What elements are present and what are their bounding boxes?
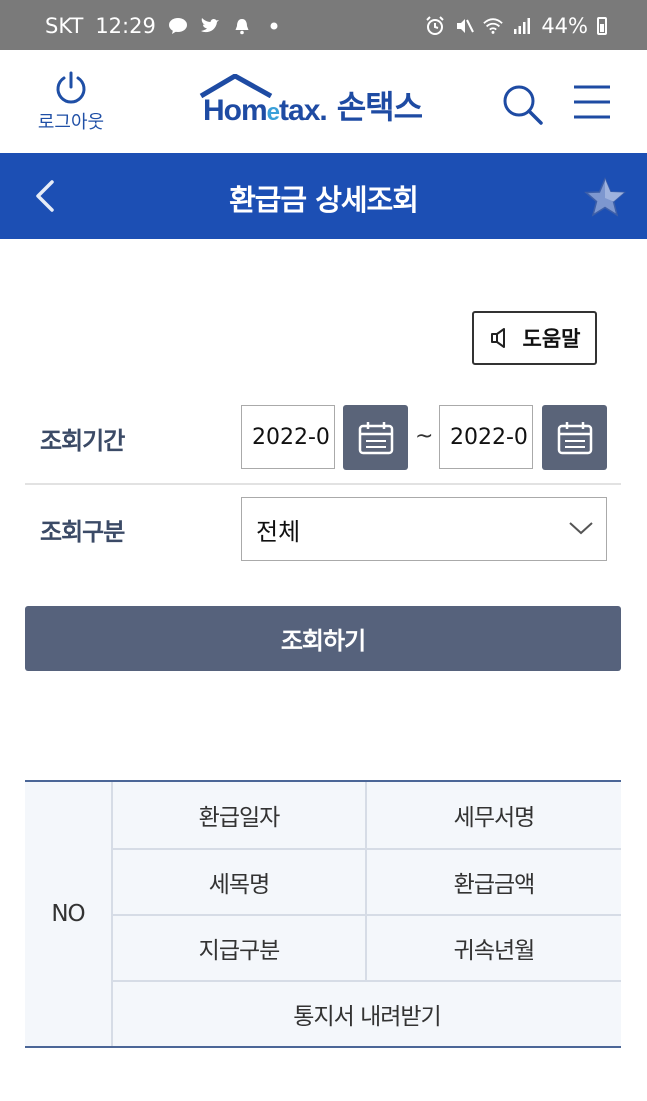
logout-button[interactable]: 로그아웃 <box>28 70 114 134</box>
column-refund-date: 환급일자 <box>198 805 281 831</box>
logout-label: 로그아웃 <box>37 112 105 133</box>
chevron-down-icon <box>569 522 593 535</box>
page-title: 환급금 상세조회 <box>229 183 419 217</box>
column-payment-type: 지급구분 <box>198 938 281 964</box>
favorite-star-icon[interactable] <box>583 176 627 220</box>
type-label: 조회구분 <box>40 518 125 546</box>
hometax-logo[interactable]: Hometax. 손택스 <box>199 74 423 128</box>
column-attribution-month: 귀속년월 <box>453 938 536 964</box>
signal-icon <box>512 16 532 36</box>
end-date-calendar-button[interactable] <box>542 405 607 470</box>
column-refund-amount: 환급금액 <box>453 872 536 898</box>
battery-icon <box>597 17 607 35</box>
menu-icon[interactable] <box>572 84 612 120</box>
column-tax-office: 세무서명 <box>453 805 536 831</box>
logo-korean: 손택스 <box>336 88 423 126</box>
column-no: NO <box>51 901 85 927</box>
dot-icon <box>264 16 284 36</box>
start-date-input[interactable]: 2022-0 <box>241 405 335 469</box>
roof-icon <box>199 74 273 98</box>
column-tax-item: 세목명 <box>208 872 270 898</box>
calendar-icon <box>358 421 393 454</box>
alarm-icon <box>425 16 445 36</box>
calendar-icon <box>557 421 592 454</box>
period-label: 조회기간 <box>40 427 125 455</box>
speaker-icon <box>490 328 505 348</box>
battery-percent: 44% <box>541 14 588 38</box>
type-select[interactable]: 전체 <box>241 497 607 561</box>
range-separator: ~ <box>415 424 434 449</box>
mute-icon <box>454 16 475 36</box>
bell-icon <box>232 16 252 36</box>
power-icon <box>56 71 86 104</box>
talk-icon <box>168 16 188 36</box>
search-button[interactable]: 조회하기 <box>25 606 621 671</box>
app-header: 로그아웃 Hometax. 손택스 <box>0 50 647 153</box>
twitter-icon <box>200 16 220 36</box>
start-date-calendar-button[interactable] <box>343 405 408 470</box>
form-divider <box>25 483 621 485</box>
clock: 12:29 <box>95 14 156 38</box>
title-bar: 환급금 상세조회 <box>0 153 647 239</box>
status-bar: SKT 12:29 44% <box>0 0 647 50</box>
type-selected-value: 전체 <box>256 517 301 546</box>
end-date-input[interactable]: 2022-0 <box>439 405 533 469</box>
wifi-icon <box>483 16 504 36</box>
search-icon[interactable] <box>500 82 544 126</box>
table-divider <box>365 782 367 980</box>
carrier: SKT <box>45 14 84 38</box>
help-label: 도움말 <box>522 327 581 351</box>
column-notice-download: 통지서 내려받기 <box>293 1004 441 1030</box>
result-table-header: NO 환급일자 세무서명 세목명 환급금액 지급구분 귀속년월 통지서 내려받기 <box>25 780 621 1048</box>
logo-wordmark: Hometax. <box>199 74 328 128</box>
help-button[interactable]: 도움말 <box>472 311 597 365</box>
